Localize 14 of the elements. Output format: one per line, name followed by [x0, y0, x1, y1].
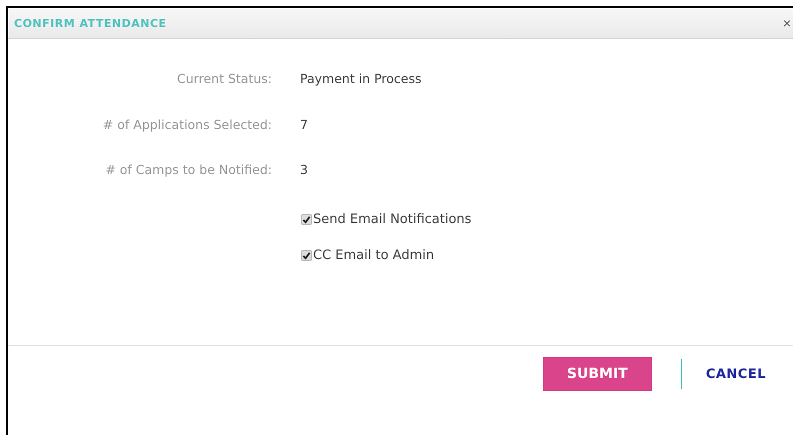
field-value: 3: [300, 162, 309, 179]
field-value: Payment in Process: [300, 71, 422, 88]
field-label: # of Camps to be Notified:: [104, 162, 272, 179]
submit-button[interactable]: SUBMIT: [542, 357, 652, 391]
field-label: # of Applications Selected:: [102, 116, 272, 134]
checkbox-label: Send Email Notifications: [313, 212, 472, 226]
close-button[interactable]: ×: [782, 16, 791, 30]
field-label: Current Status:: [176, 71, 272, 88]
checkbox[interactable]: [301, 250, 312, 260]
dialog-title: CONFIRM ATTENDANCE: [14, 16, 167, 30]
checkbox[interactable]: [301, 214, 312, 224]
field-value: 7: [300, 116, 309, 134]
checkbox-label: CC Email to Admin: [313, 248, 434, 262]
cancel-button[interactable]: CANCEL: [706, 357, 766, 391]
